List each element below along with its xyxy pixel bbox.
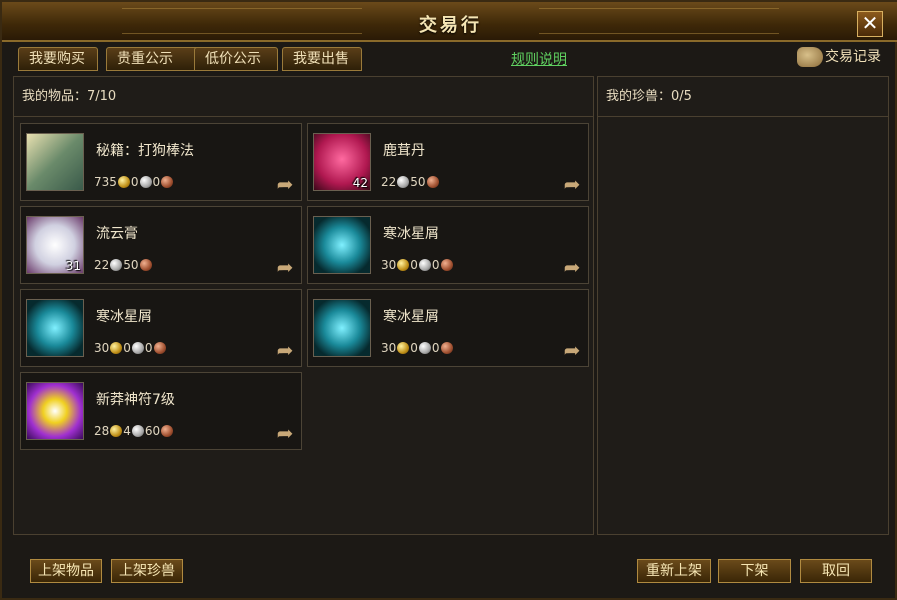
- item-name: 寒冰星屑: [96, 309, 152, 325]
- share-arrow-icon[interactable]: ➦: [560, 257, 584, 277]
- tab-valuable-notice[interactable]: 贵重公示: [106, 47, 200, 71]
- window-title: 交易行: [419, 15, 482, 36]
- gold-coin-icon: [397, 259, 410, 271]
- copper-coin-icon: [153, 342, 166, 354]
- item-name: 鹿茸丹: [383, 143, 425, 159]
- retrieve-button[interactable]: 取回: [800, 559, 872, 583]
- item-name: 新莽神符7级: [96, 392, 175, 408]
- price-copper: 50: [410, 175, 426, 189]
- trade-window: 交易行 ✕ 我要购买 贵重公示 低价公示 我要出售 规则说明 交易记录 我的物品…: [0, 0, 897, 600]
- ointment-icon: 31: [26, 216, 84, 274]
- delist-button[interactable]: 下架: [718, 559, 791, 583]
- price-silver: 0: [130, 175, 139, 189]
- tab-buy[interactable]: 我要购买: [18, 47, 98, 71]
- price-silver: 0: [410, 341, 418, 355]
- my-items-panel: 我的物品：7/10 秘籍：打狗棒法 735 0 0 ➦ 42 鹿茸丹 22 50 ➦: [13, 76, 594, 535]
- item-name: 寒冰星屑: [383, 309, 439, 325]
- deer-pill-icon: 42: [313, 133, 371, 191]
- price-silver: 22: [94, 258, 110, 272]
- price-copper: 0: [431, 258, 440, 272]
- copper-coin-icon: [161, 176, 174, 188]
- silver-coin-icon: [418, 259, 431, 271]
- price-copper: 0: [144, 341, 153, 355]
- trade-history-label: 交易记录: [825, 49, 881, 65]
- item-slot[interactable]: 寒冰星屑 30 0 0 ➦: [307, 206, 589, 284]
- item-slot[interactable]: 寒冰星屑 30 0 0 ➦: [307, 289, 589, 367]
- item-slot[interactable]: 秘籍：打狗棒法 735 0 0 ➦: [20, 123, 302, 201]
- item-name: 秘籍：打狗棒法: [96, 143, 194, 159]
- item-price: 28 4 60: [94, 424, 174, 438]
- rune-icon: [26, 382, 84, 440]
- item-name: 流云膏: [96, 226, 138, 242]
- copper-coin-icon: [440, 259, 453, 271]
- list-pet-button[interactable]: 上架珍兽: [111, 559, 183, 583]
- price-copper: 60: [144, 424, 161, 438]
- frost-dust-icon: [313, 216, 371, 274]
- item-name: 寒冰星屑: [383, 226, 439, 242]
- price-gold: 30: [381, 341, 397, 355]
- price-gold: 30: [94, 341, 110, 355]
- item-price: 30 0 0: [381, 341, 454, 355]
- item-slot[interactable]: 新莽神符7级 28 4 60 ➦: [20, 372, 302, 450]
- title-bar: 交易行 ✕: [2, 2, 897, 42]
- scroll-tome-icon: [26, 133, 84, 191]
- price-silver: 0: [410, 258, 418, 272]
- price-gold: 735: [94, 175, 117, 189]
- item-count: 31: [65, 259, 81, 273]
- item-price: 22 50: [94, 258, 153, 272]
- silver-coin-icon: [418, 342, 431, 354]
- scroll-icon: [797, 47, 823, 67]
- price-silver: 4: [123, 424, 131, 438]
- trade-history-button[interactable]: 交易记录: [797, 46, 881, 70]
- price-silver: 0: [123, 341, 131, 355]
- share-arrow-icon[interactable]: ➦: [560, 174, 584, 194]
- my-items-header: 我的物品：7/10: [14, 77, 593, 117]
- silver-coin-icon: [131, 425, 144, 437]
- share-arrow-icon[interactable]: ➦: [273, 257, 297, 277]
- item-price: 30 0 0: [94, 341, 167, 355]
- item-slot[interactable]: 42 鹿茸丹 22 50 ➦: [307, 123, 589, 201]
- my-pets-header: 我的珍兽：0/5: [598, 77, 888, 117]
- item-slot[interactable]: 31 流云膏 22 50 ➦: [20, 206, 302, 284]
- silver-coin-icon: [131, 342, 144, 354]
- gold-coin-icon: [110, 342, 123, 354]
- price-silver: 22: [381, 175, 397, 189]
- price-gold: 28: [94, 424, 110, 438]
- item-price: 30 0 0: [381, 258, 454, 272]
- tab-lowprice-notice[interactable]: 低价公示: [194, 47, 278, 71]
- my-pets-panel: 我的珍兽：0/5: [597, 76, 889, 535]
- relist-button[interactable]: 重新上架: [637, 559, 711, 583]
- item-price: 22 50: [381, 175, 440, 189]
- copper-coin-icon: [426, 176, 439, 188]
- item-slot[interactable]: 寒冰星屑 30 0 0 ➦: [20, 289, 302, 367]
- price-copper: 50: [123, 258, 139, 272]
- share-arrow-icon[interactable]: ➦: [273, 340, 297, 360]
- silver-coin-icon: [110, 259, 123, 271]
- copper-coin-icon: [139, 259, 152, 271]
- tab-sell[interactable]: 我要出售: [282, 47, 362, 71]
- silver-coin-icon: [139, 176, 152, 188]
- rules-link[interactable]: 规则说明: [511, 49, 567, 69]
- share-arrow-icon[interactable]: ➦: [273, 423, 297, 443]
- frost-dust-icon: [313, 299, 371, 357]
- share-arrow-icon[interactable]: ➦: [273, 174, 297, 194]
- copper-coin-icon: [161, 425, 174, 437]
- gold-coin-icon: [397, 342, 410, 354]
- list-item-button[interactable]: 上架物品: [30, 559, 102, 583]
- gold-coin-icon: [117, 176, 130, 188]
- item-price: 735 0 0: [94, 175, 174, 189]
- price-copper: 0: [431, 341, 440, 355]
- copper-coin-icon: [440, 342, 453, 354]
- frost-dust-icon: [26, 299, 84, 357]
- close-button[interactable]: ✕: [857, 11, 883, 37]
- item-count: 42: [352, 176, 368, 190]
- price-copper: 0: [152, 175, 161, 189]
- gold-coin-icon: [110, 425, 123, 437]
- price-gold: 30: [381, 258, 397, 272]
- silver-coin-icon: [397, 176, 410, 188]
- share-arrow-icon[interactable]: ➦: [560, 340, 584, 360]
